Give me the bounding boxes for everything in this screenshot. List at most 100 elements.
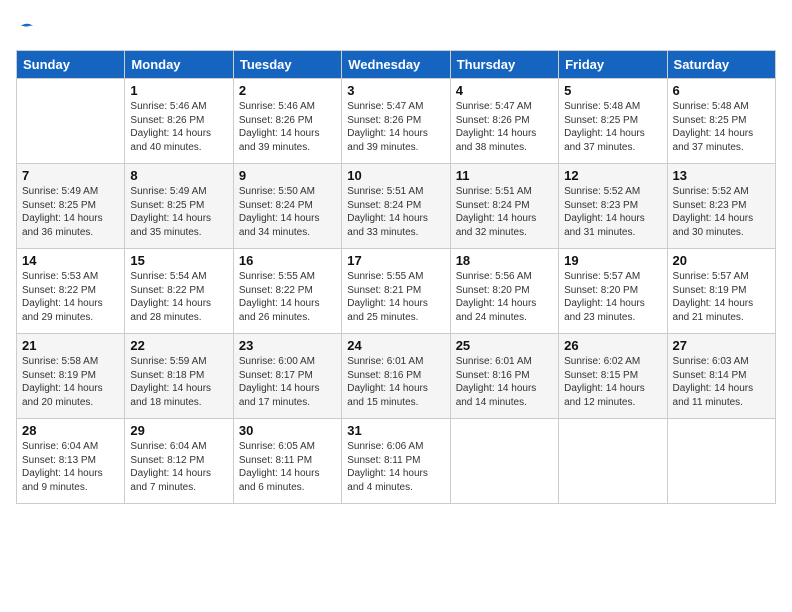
calendar-cell: 14 Sunrise: 5:53 AM Sunset: 8:22 PM Dayl…	[17, 249, 125, 334]
calendar-cell: 11 Sunrise: 5:51 AM Sunset: 8:24 PM Dayl…	[450, 164, 558, 249]
day-number: 2	[239, 83, 336, 98]
day-number: 1	[130, 83, 227, 98]
page-header	[16, 16, 776, 42]
calendar-cell: 27 Sunrise: 6:03 AM Sunset: 8:14 PM Dayl…	[667, 334, 775, 419]
cell-content: Sunrise: 6:06 AM Sunset: 8:11 PM Dayligh…	[347, 440, 444, 494]
calendar-cell: 5 Sunrise: 5:48 AM Sunset: 8:25 PM Dayli…	[559, 79, 667, 164]
cell-content: Sunrise: 5:50 AM Sunset: 8:24 PM Dayligh…	[239, 185, 336, 239]
day-number: 8	[130, 168, 227, 183]
cell-content: Sunrise: 5:56 AM Sunset: 8:20 PM Dayligh…	[456, 270, 553, 324]
day-number: 28	[22, 423, 119, 438]
calendar-cell: 21 Sunrise: 5:58 AM Sunset: 8:19 PM Dayl…	[17, 334, 125, 419]
col-header-friday: Friday	[559, 51, 667, 79]
day-number: 11	[456, 168, 553, 183]
day-number: 7	[22, 168, 119, 183]
cell-content: Sunrise: 5:59 AM Sunset: 8:18 PM Dayligh…	[130, 355, 227, 409]
day-number: 17	[347, 253, 444, 268]
cell-content: Sunrise: 5:53 AM Sunset: 8:22 PM Dayligh…	[22, 270, 119, 324]
day-number: 27	[673, 338, 770, 353]
cell-content: Sunrise: 6:00 AM Sunset: 8:17 PM Dayligh…	[239, 355, 336, 409]
calendar-cell	[17, 79, 125, 164]
day-number: 3	[347, 83, 444, 98]
day-number: 31	[347, 423, 444, 438]
calendar-cell: 17 Sunrise: 5:55 AM Sunset: 8:21 PM Dayl…	[342, 249, 450, 334]
cell-content: Sunrise: 5:48 AM Sunset: 8:25 PM Dayligh…	[564, 100, 661, 154]
col-header-monday: Monday	[125, 51, 233, 79]
calendar-cell: 19 Sunrise: 5:57 AM Sunset: 8:20 PM Dayl…	[559, 249, 667, 334]
col-header-sunday: Sunday	[17, 51, 125, 79]
logo-bird-icon	[18, 20, 36, 38]
day-number: 5	[564, 83, 661, 98]
cell-content: Sunrise: 5:58 AM Sunset: 8:19 PM Dayligh…	[22, 355, 119, 409]
calendar-cell: 6 Sunrise: 5:48 AM Sunset: 8:25 PM Dayli…	[667, 79, 775, 164]
col-header-tuesday: Tuesday	[233, 51, 341, 79]
cell-content: Sunrise: 5:57 AM Sunset: 8:20 PM Dayligh…	[564, 270, 661, 324]
cell-content: Sunrise: 5:46 AM Sunset: 8:26 PM Dayligh…	[239, 100, 336, 154]
cell-content: Sunrise: 5:49 AM Sunset: 8:25 PM Dayligh…	[130, 185, 227, 239]
cell-content: Sunrise: 5:51 AM Sunset: 8:24 PM Dayligh…	[456, 185, 553, 239]
cell-content: Sunrise: 6:01 AM Sunset: 8:16 PM Dayligh…	[347, 355, 444, 409]
cell-content: Sunrise: 5:49 AM Sunset: 8:25 PM Dayligh…	[22, 185, 119, 239]
cell-content: Sunrise: 6:05 AM Sunset: 8:11 PM Dayligh…	[239, 440, 336, 494]
cell-content: Sunrise: 6:01 AM Sunset: 8:16 PM Dayligh…	[456, 355, 553, 409]
calendar-cell: 13 Sunrise: 5:52 AM Sunset: 8:23 PM Dayl…	[667, 164, 775, 249]
calendar-cell: 3 Sunrise: 5:47 AM Sunset: 8:26 PM Dayli…	[342, 79, 450, 164]
day-number: 22	[130, 338, 227, 353]
calendar-cell: 18 Sunrise: 5:56 AM Sunset: 8:20 PM Dayl…	[450, 249, 558, 334]
day-number: 14	[22, 253, 119, 268]
day-number: 20	[673, 253, 770, 268]
cell-content: Sunrise: 5:46 AM Sunset: 8:26 PM Dayligh…	[130, 100, 227, 154]
day-number: 30	[239, 423, 336, 438]
cell-content: Sunrise: 5:51 AM Sunset: 8:24 PM Dayligh…	[347, 185, 444, 239]
cell-content: Sunrise: 5:57 AM Sunset: 8:19 PM Dayligh…	[673, 270, 770, 324]
calendar-cell: 16 Sunrise: 5:55 AM Sunset: 8:22 PM Dayl…	[233, 249, 341, 334]
day-number: 19	[564, 253, 661, 268]
cell-content: Sunrise: 6:02 AM Sunset: 8:15 PM Dayligh…	[564, 355, 661, 409]
calendar-cell: 9 Sunrise: 5:50 AM Sunset: 8:24 PM Dayli…	[233, 164, 341, 249]
day-number: 13	[673, 168, 770, 183]
calendar-cell: 26 Sunrise: 6:02 AM Sunset: 8:15 PM Dayl…	[559, 334, 667, 419]
day-number: 15	[130, 253, 227, 268]
cell-content: Sunrise: 6:03 AM Sunset: 8:14 PM Dayligh…	[673, 355, 770, 409]
cell-content: Sunrise: 6:04 AM Sunset: 8:12 PM Dayligh…	[130, 440, 227, 494]
calendar-cell: 8 Sunrise: 5:49 AM Sunset: 8:25 PM Dayli…	[125, 164, 233, 249]
calendar-cell: 25 Sunrise: 6:01 AM Sunset: 8:16 PM Dayl…	[450, 334, 558, 419]
day-number: 9	[239, 168, 336, 183]
calendar-cell: 2 Sunrise: 5:46 AM Sunset: 8:26 PM Dayli…	[233, 79, 341, 164]
col-header-wednesday: Wednesday	[342, 51, 450, 79]
calendar-cell: 31 Sunrise: 6:06 AM Sunset: 8:11 PM Dayl…	[342, 419, 450, 504]
calendar-cell: 1 Sunrise: 5:46 AM Sunset: 8:26 PM Dayli…	[125, 79, 233, 164]
calendar-cell	[667, 419, 775, 504]
day-number: 23	[239, 338, 336, 353]
cell-content: Sunrise: 5:55 AM Sunset: 8:21 PM Dayligh…	[347, 270, 444, 324]
cell-content: Sunrise: 6:04 AM Sunset: 8:13 PM Dayligh…	[22, 440, 119, 494]
day-number: 18	[456, 253, 553, 268]
day-number: 10	[347, 168, 444, 183]
col-header-saturday: Saturday	[667, 51, 775, 79]
calendar-cell	[559, 419, 667, 504]
calendar-cell: 23 Sunrise: 6:00 AM Sunset: 8:17 PM Dayl…	[233, 334, 341, 419]
calendar-cell: 29 Sunrise: 6:04 AM Sunset: 8:12 PM Dayl…	[125, 419, 233, 504]
cell-content: Sunrise: 5:55 AM Sunset: 8:22 PM Dayligh…	[239, 270, 336, 324]
calendar-cell: 22 Sunrise: 5:59 AM Sunset: 8:18 PM Dayl…	[125, 334, 233, 419]
day-number: 16	[239, 253, 336, 268]
calendar-cell: 30 Sunrise: 6:05 AM Sunset: 8:11 PM Dayl…	[233, 419, 341, 504]
calendar-cell: 28 Sunrise: 6:04 AM Sunset: 8:13 PM Dayl…	[17, 419, 125, 504]
day-number: 21	[22, 338, 119, 353]
calendar-cell: 10 Sunrise: 5:51 AM Sunset: 8:24 PM Dayl…	[342, 164, 450, 249]
cell-content: Sunrise: 5:52 AM Sunset: 8:23 PM Dayligh…	[564, 185, 661, 239]
day-number: 24	[347, 338, 444, 353]
day-number: 4	[456, 83, 553, 98]
day-number: 25	[456, 338, 553, 353]
day-number: 29	[130, 423, 227, 438]
cell-content: Sunrise: 5:48 AM Sunset: 8:25 PM Dayligh…	[673, 100, 770, 154]
cell-content: Sunrise: 5:47 AM Sunset: 8:26 PM Dayligh…	[456, 100, 553, 154]
cell-content: Sunrise: 5:47 AM Sunset: 8:26 PM Dayligh…	[347, 100, 444, 154]
calendar-cell: 24 Sunrise: 6:01 AM Sunset: 8:16 PM Dayl…	[342, 334, 450, 419]
col-header-thursday: Thursday	[450, 51, 558, 79]
calendar-cell: 15 Sunrise: 5:54 AM Sunset: 8:22 PM Dayl…	[125, 249, 233, 334]
day-number: 12	[564, 168, 661, 183]
calendar-cell	[450, 419, 558, 504]
calendar-cell: 7 Sunrise: 5:49 AM Sunset: 8:25 PM Dayli…	[17, 164, 125, 249]
logo	[16, 16, 36, 42]
